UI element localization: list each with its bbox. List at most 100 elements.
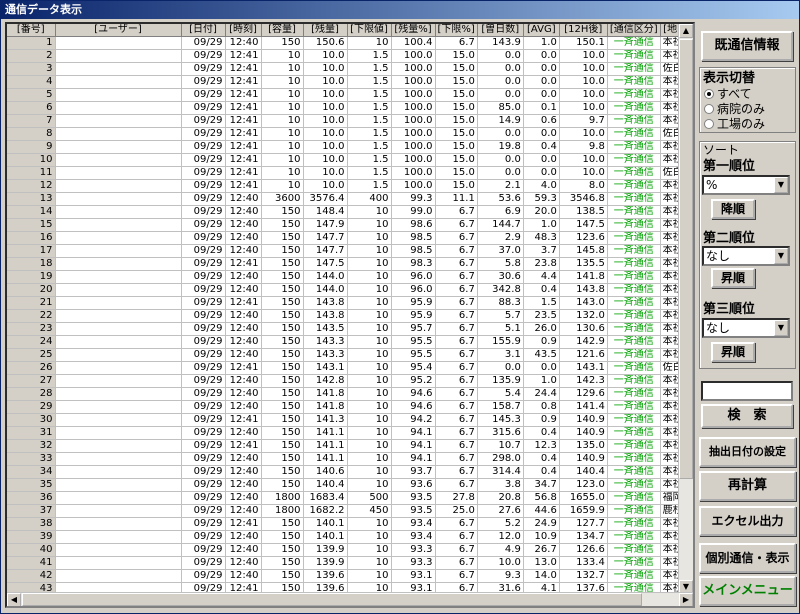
table-cell[interactable]: 10 [347,439,392,453]
table-cell[interactable] [55,127,182,141]
table-cell[interactable]: 09/29 [181,205,226,219]
table-cell[interactable]: 143.1 [559,361,608,375]
table-cell[interactable]: 95.7 [391,322,436,336]
table-cell[interactable]: 27.6 [477,504,524,518]
table-cell[interactable]: 29 [7,400,56,414]
table-cell[interactable]: 8.0 [559,179,608,193]
table-cell[interactable]: 135.5 [559,257,608,271]
table-cell[interactable]: 5.7 [477,309,524,323]
table-cell[interactable]: 1.0 [523,36,560,50]
table-cell[interactable]: 10 [261,62,304,76]
table-cell[interactable]: 12:41 [225,75,262,89]
table-cell[interactable]: 150 [261,387,304,401]
scroll-left-icon[interactable]: ◀ [7,593,21,606]
table-cell[interactable]: 150 [261,543,304,557]
table-cell[interactable]: 150 [261,348,304,362]
table-cell[interactable]: 一斉通信 [607,556,661,570]
table-cell[interactable]: 09/29 [181,49,226,63]
table-cell[interactable]: 10.0 [477,556,524,570]
table-cell[interactable]: 1655.0 [559,491,608,505]
table-row[interactable]: 6 09/29 12:41 10 10.0 1.5 100.0 15.0 85.0 0.1 10.0… [7,101,691,115]
table-cell[interactable]: 15.0 [435,62,478,76]
table-cell[interactable]: 一斉通信 [607,335,661,349]
table-cell[interactable]: 09/29 [181,465,226,479]
table-cell[interactable] [55,452,182,466]
table-cell[interactable]: 36 [7,491,56,505]
table-row[interactable]: 17 09/29 12:40 150 147.7 10 98.5 6.7 37.0 3.7 145.… [7,244,691,258]
second-ascending-button[interactable]: 昇順 [711,268,755,288]
chevron-down-icon[interactable]: ▼ [774,248,788,264]
table-cell[interactable]: 12.3 [523,439,560,453]
table-cell[interactable]: 12:41 [225,257,262,271]
table-cell[interactable] [55,309,182,323]
table-cell[interactable]: 09/29 [181,218,226,232]
table-row[interactable]: 9 09/29 12:41 10 10.0 1.5 100.0 15.0 19.8 0.4 9.8 一… [7,140,691,154]
table-cell[interactable]: 09/29 [181,166,226,180]
table-cell[interactable]: 10 [347,348,392,362]
table-cell[interactable]: 150.6 [303,36,348,50]
table-cell[interactable]: 0.0 [477,127,524,141]
table-cell[interactable]: 0.4 [523,140,560,154]
table-cell[interactable]: 150 [261,517,304,531]
table-cell[interactable] [55,283,182,297]
table-cell[interactable]: 5.8 [477,257,524,271]
table-cell[interactable]: 12:40 [225,556,262,570]
table-row[interactable]: 22 09/29 12:40 150 143.8 10 95.9 6.7 5.7 23.5 132.… [7,309,691,323]
table-cell[interactable]: 8 [7,127,56,141]
table-cell[interactable]: 一斉通信 [607,348,661,362]
table-cell[interactable]: 1.5 [347,153,392,167]
table-cell[interactable] [55,36,182,50]
table-cell[interactable]: 100.0 [391,88,436,102]
table-cell[interactable]: 4 [7,75,56,89]
table-cell[interactable] [55,569,182,583]
table-cell[interactable]: 10 [261,153,304,167]
table-cell[interactable]: 147.7 [303,231,348,245]
table-row[interactable]: 31 09/29 12:40 150 141.1 10 94.1 6.7 315.6 0.4 140… [7,426,691,440]
table-cell[interactable]: 22 [7,309,56,323]
table-cell[interactable]: 42 [7,569,56,583]
second-order-select[interactable]: なし ▼ [702,246,790,266]
table-cell[interactable] [55,49,182,63]
table-cell[interactable]: 93.4 [391,517,436,531]
table-row[interactable]: 15 09/29 12:40 150 147.9 10 98.6 6.7 144.7 1.0 147… [7,218,691,232]
table-cell[interactable] [55,205,182,219]
table-cell[interactable]: 141.1 [303,452,348,466]
column-header[interactable]: [下限%] [435,24,478,37]
table-cell[interactable]: 400 [347,192,392,206]
table-cell[interactable]: 342.8 [477,283,524,297]
table-cell[interactable]: 0.0 [477,62,524,76]
table-cell[interactable]: 6.7 [435,478,478,492]
table-cell[interactable]: 15.0 [435,153,478,167]
table-cell[interactable]: 09/29 [181,530,226,544]
table-cell[interactable]: 一斉通信 [607,283,661,297]
table-cell[interactable]: 0.0 [477,153,524,167]
table-cell[interactable]: 140.6 [303,465,348,479]
table-cell[interactable]: 12:40 [225,478,262,492]
table-cell[interactable]: 130.6 [559,322,608,336]
third-ascending-button[interactable]: 昇順 [711,342,755,362]
table-cell[interactable]: 10 [261,114,304,128]
table-cell[interactable]: 144.0 [303,283,348,297]
table-cell[interactable]: 140.9 [559,452,608,466]
table-cell[interactable]: 6.7 [435,244,478,258]
table-cell[interactable]: 一斉通信 [607,413,661,427]
table-cell[interactable]: 6.7 [435,569,478,583]
table-cell[interactable]: 12:41 [225,49,262,63]
table-cell[interactable]: 6.7 [435,283,478,297]
table-cell[interactable]: 09/29 [181,543,226,557]
table-row[interactable]: 38 09/29 12:41 150 140.1 10 93.4 6.7 5.2 24.9 127.… [7,517,691,531]
table-cell[interactable]: 150 [261,361,304,375]
table-cell[interactable]: 150 [261,452,304,466]
table-cell[interactable]: 12:40 [225,348,262,362]
table-row[interactable]: 18 09/29 12:41 150 147.5 10 98.3 6.7 5.8 23.8 135.… [7,257,691,271]
table-cell[interactable]: 0.0 [523,88,560,102]
table-cell[interactable]: 一斉通信 [607,153,661,167]
table-cell[interactable]: 10.0 [559,62,608,76]
table-cell[interactable]: 09/29 [181,348,226,362]
table-cell[interactable]: 09/29 [181,270,226,284]
table-cell[interactable]: 10.0 [559,153,608,167]
table-cell[interactable]: 314.4 [477,465,524,479]
table-row[interactable]: 21 09/29 12:41 150 143.8 10 95.9 6.7 88.3 1.5 143.… [7,296,691,310]
table-cell[interactable]: 09/29 [181,413,226,427]
table-cell[interactable]: 6.7 [435,36,478,50]
